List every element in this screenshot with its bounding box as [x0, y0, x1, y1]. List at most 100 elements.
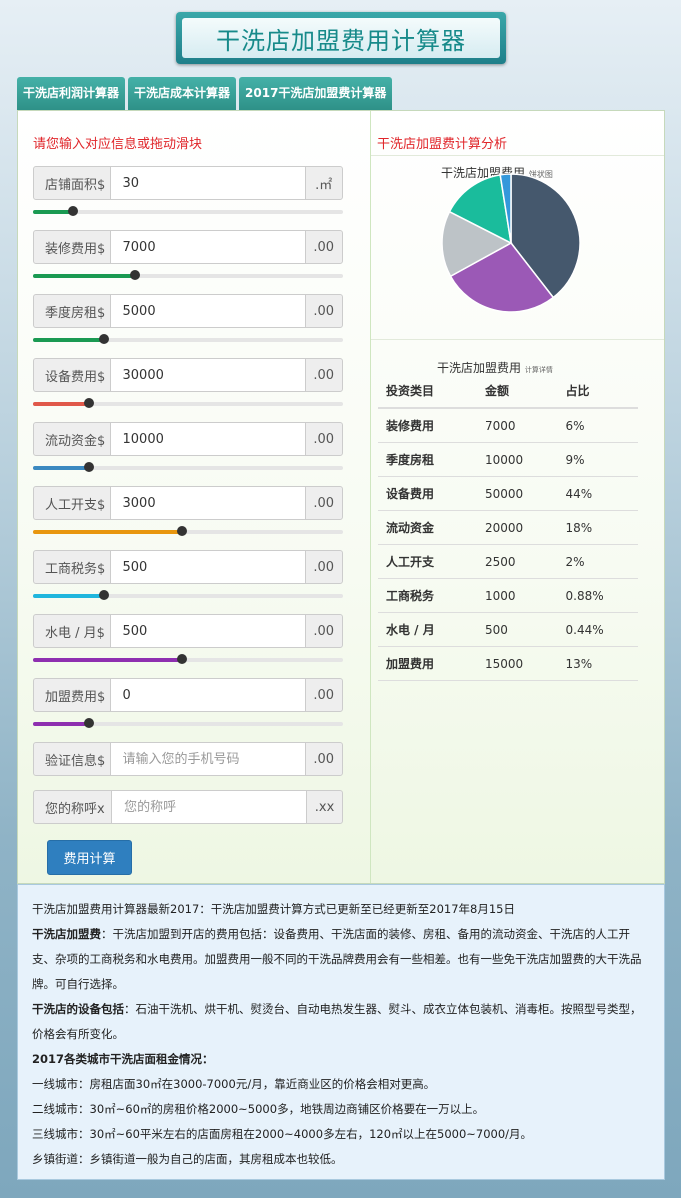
- info-update-line: 干洗店加盟费用计算器最新2017：干洗店加盟费计算方式已更新至已经更新至2017…: [32, 902, 515, 916]
- utilities-slider-fill: [33, 658, 182, 662]
- labor-cost-input[interactable]: [110, 486, 305, 520]
- input-section-title: 请您输入对应信息或拖动滑块: [33, 137, 203, 152]
- info-city-tier2: 二线城市：30㎡~60㎡的房租价格2000~5000多，地铁周边商铺区价格要在一…: [32, 1102, 485, 1116]
- row-ratio: 6%: [557, 408, 638, 443]
- equipment-cost-slider[interactable]: [33, 398, 343, 408]
- table-row: 装修费用 7000 6%: [378, 408, 638, 443]
- decoration-cost-slider[interactable]: [33, 270, 343, 280]
- info-city-tier3: 三线城市：30㎡~60平米左右的店面房租在2000~4000多左右，120㎡以上…: [32, 1127, 533, 1141]
- row-ratio: 0.44%: [557, 612, 638, 647]
- row-ratio: 2%: [557, 544, 638, 579]
- row-amount: 1000: [476, 578, 558, 613]
- equipment-cost-slider-handle[interactable]: [83, 398, 94, 408]
- working-capital-label: 流动资金$: [33, 422, 111, 456]
- quarterly-rent-slider[interactable]: [33, 334, 343, 344]
- tab-cost-calculator[interactable]: 干洗店成本计算器: [128, 77, 237, 110]
- row-amount: 7000: [476, 408, 558, 443]
- utilities-slider[interactable]: [33, 654, 343, 664]
- info-rent-heading-text: 2017各类城市干洗店面租金情况：: [32, 1052, 214, 1066]
- shop-area-unit: .㎡: [304, 166, 343, 200]
- name-unit: .xx: [306, 790, 343, 824]
- equipment-cost-input[interactable]: [110, 358, 305, 392]
- tab-profit-calculator[interactable]: 干洗店利润计算器: [17, 77, 126, 110]
- input-section: 请您输入对应信息或拖动滑块 店铺面积$.㎡装修费用$.00季度房租$.00设备费…: [18, 111, 371, 883]
- header-amount: 金额: [476, 373, 558, 409]
- utilities-input[interactable]: [110, 614, 305, 648]
- tab-bar: 干洗店利润计算器 干洗店成本计算器 2017干洗店加盟费计算器: [17, 77, 393, 110]
- franchise-fee-label: 加盟费用$: [33, 678, 111, 712]
- quarterly-rent-row: 季度房租$ .00: [33, 294, 343, 328]
- franchise-fee-slider-handle[interactable]: [83, 718, 94, 728]
- tax-unit: .00: [304, 550, 343, 584]
- info-equipment: 干洗店的设备包括：石油干洗机、烘干机、熨烫台、自动电热发生器、熨斗、成衣立体包装…: [32, 997, 650, 1047]
- shop-area-row: 店铺面积$ .㎡: [33, 166, 343, 200]
- title-banner: 干洗店加盟费用计算器: [176, 12, 506, 64]
- shop-area-slider-handle[interactable]: [68, 206, 79, 216]
- name-input[interactable]: [112, 790, 307, 824]
- name-row: 您的称呼x .xx: [33, 790, 343, 824]
- labor-cost-row: 人工开支$ .00: [33, 486, 343, 520]
- tax-slider-fill: [33, 594, 105, 598]
- tab-franchise-fee-calculator[interactable]: 2017干洗店加盟费计算器: [239, 77, 393, 110]
- row-amount: 2500: [476, 544, 558, 579]
- calculate-button[interactable]: 费用计算: [47, 840, 132, 875]
- info-equipment-text: ：石油干洗机、烘干机、熨烫台、自动电热发生器、熨斗、成衣立体包装机、消毒柜。按照…: [32, 1002, 642, 1041]
- working-capital-input[interactable]: [110, 422, 305, 456]
- row-ratio: 13%: [557, 646, 638, 681]
- shop-area-slider[interactable]: [33, 206, 343, 216]
- info-town: 乡镇街道：乡镇街道一般为自己的店面，其房租成本也较低。: [32, 1152, 343, 1166]
- franchise-fee-slider-fill: [33, 722, 89, 726]
- tax-input[interactable]: [110, 550, 305, 584]
- decoration-cost-input[interactable]: [110, 230, 305, 264]
- labor-cost-slider[interactable]: [33, 526, 343, 536]
- phone-input[interactable]: [110, 742, 305, 776]
- table-row: 季度房租 10000 9%: [378, 442, 638, 477]
- info-franchise-fee: 干洗店加盟费：干洗店加盟到开店的费用包括：设备费用、干洗店面的装修、房租、备用的…: [32, 922, 650, 997]
- labor-cost-slider-handle[interactable]: [176, 526, 187, 536]
- labor-cost-label: 人工开支$: [33, 486, 111, 520]
- tax-row: 工商税务$ .00: [33, 550, 343, 584]
- row-amount: 500: [476, 612, 558, 647]
- tax-slider-handle[interactable]: [99, 590, 110, 600]
- chart-divider: [371, 339, 664, 340]
- labor-cost-slider-fill: [33, 530, 182, 534]
- row-amount: 50000: [476, 476, 558, 511]
- detail-table: 投资类目 金额 占比 装修费用 7000 6% 季度房租 10000 9% 设备费用 5000…: [378, 373, 638, 681]
- working-capital-unit: .00: [304, 422, 343, 456]
- table-row: 人工开支 2500 2%: [378, 544, 638, 579]
- decoration-cost-slider-fill: [33, 274, 136, 278]
- verify-row: 验证信息$ .00: [33, 742, 343, 776]
- analysis-section-title: 干洗店加盟费计算分析: [377, 137, 508, 152]
- equipment-cost-slider-fill: [33, 402, 89, 406]
- quarterly-rent-input[interactable]: [110, 294, 305, 328]
- header-ratio: 占比: [557, 373, 638, 409]
- analysis-title-divider: [371, 155, 664, 156]
- row-ratio: 44%: [557, 476, 638, 511]
- shop-area-label: 店铺面积$: [33, 166, 111, 200]
- row-category: 工商税务: [378, 578, 477, 613]
- working-capital-slider[interactable]: [33, 462, 343, 472]
- quarterly-rent-slider-handle[interactable]: [99, 334, 110, 344]
- info-city-tier1: 一线城市：房租店面30㎡在3000-7000元/月，靠近商业区的价格会相对更高。: [32, 1077, 436, 1091]
- decoration-cost-label: 装修费用$: [33, 230, 111, 264]
- shop-area-input[interactable]: [110, 166, 305, 200]
- franchise-fee-input[interactable]: [110, 678, 305, 712]
- utilities-row: 水电 / 月$ .00: [33, 614, 343, 648]
- equipment-cost-label: 设备费用$: [33, 358, 111, 392]
- row-category: 水电 / 月: [378, 612, 477, 647]
- row-category: 装修费用: [378, 408, 477, 443]
- decoration-cost-row: 装修费用$ .00: [33, 230, 343, 264]
- verify-label: 验证信息$: [33, 742, 111, 776]
- tax-slider[interactable]: [33, 590, 343, 600]
- row-category: 流动资金: [378, 510, 477, 545]
- tax-label: 工商税务$: [33, 550, 111, 584]
- row-ratio: 18%: [557, 510, 638, 545]
- utilities-slider-handle[interactable]: [176, 654, 187, 664]
- franchise-fee-slider[interactable]: [33, 718, 343, 728]
- franchise-fee-row: 加盟费用$ .00: [33, 678, 343, 712]
- analysis-section: 干洗店加盟费计算分析 干洗店加盟费用 饼状图 干洗店加盟费用 计算详情 投资类目…: [371, 111, 664, 883]
- row-ratio: 9%: [557, 442, 638, 477]
- decoration-cost-slider-handle[interactable]: [130, 270, 141, 280]
- row-category: 加盟费用: [378, 646, 477, 681]
- working-capital-slider-handle[interactable]: [83, 462, 94, 472]
